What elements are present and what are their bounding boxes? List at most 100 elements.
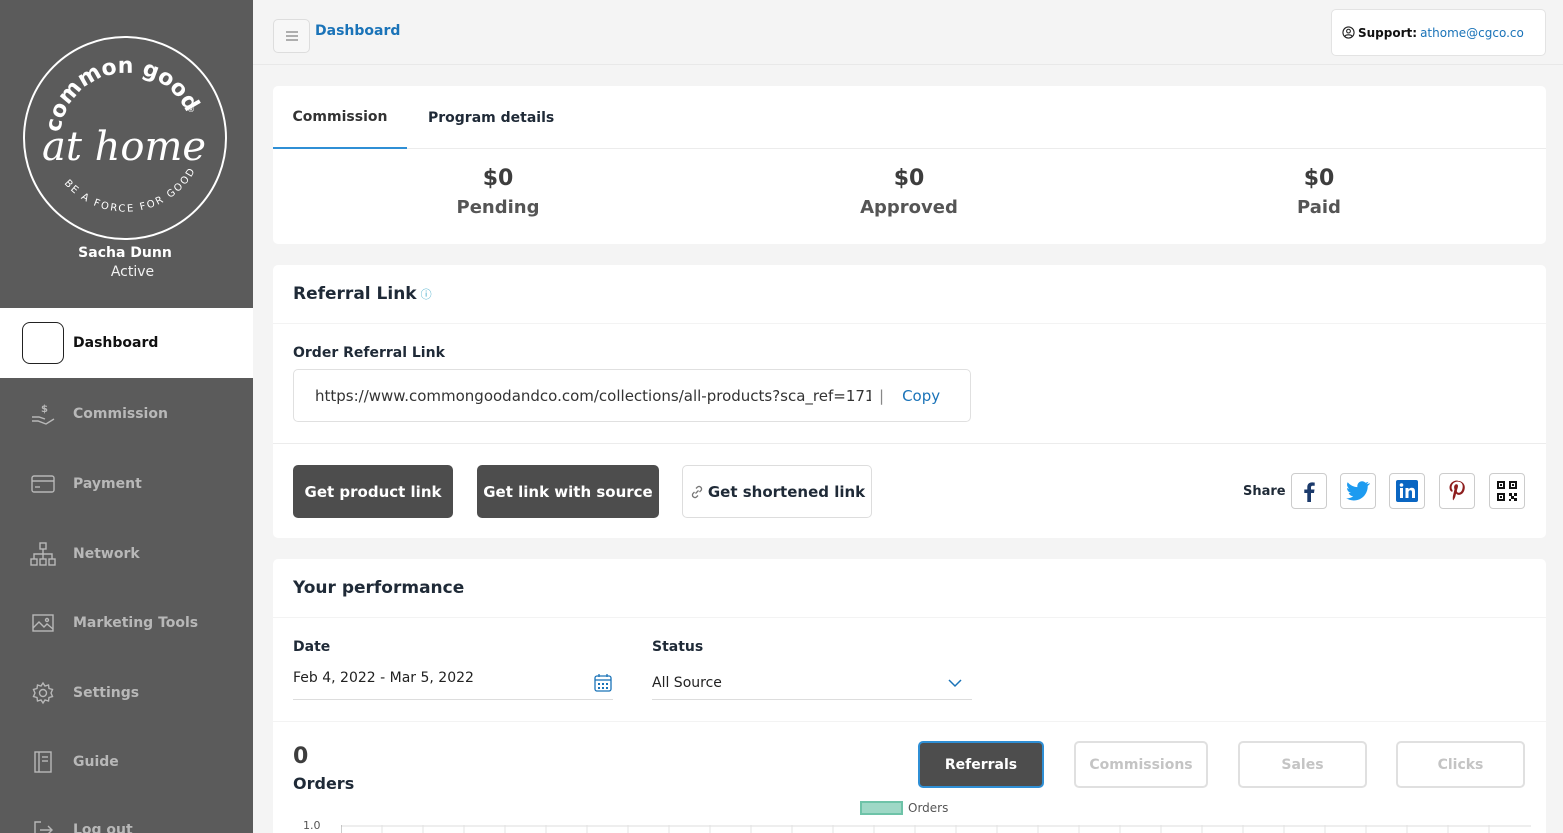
stat-amount: $0 — [1303, 166, 1335, 191]
legend-label: Orders — [908, 801, 949, 815]
link-icon — [691, 485, 702, 498]
svg-text:®: ® — [187, 105, 195, 114]
gear-icon — [29, 679, 57, 707]
support-email-link[interactable]: athome@cgco.co — [1420, 26, 1524, 40]
sidebar-item-payment[interactable]: Payment — [0, 449, 253, 519]
get-link-with-source-button[interactable]: Get link with source — [477, 465, 659, 518]
stat-amount: $0 — [893, 166, 925, 191]
sidebar-item-label: Commission — [73, 406, 168, 422]
sidebar-item-commission[interactable]: $ Commission — [0, 379, 253, 449]
linkedin-share-button[interactable] — [1389, 473, 1425, 509]
referral-link-heading: Referral Link ⓘ — [273, 265, 1546, 323]
clicks-button[interactable]: Clicks — [1396, 741, 1525, 788]
info-icon[interactable]: ⓘ — [421, 286, 432, 302]
user-circle-icon — [1342, 26, 1355, 39]
status-underline — [652, 699, 972, 700]
chart-legend: Orders — [860, 801, 948, 815]
divider — [273, 443, 1546, 444]
tab-program-details[interactable]: Program details — [428, 86, 554, 149]
date-underline — [293, 699, 613, 700]
top-bar: Dashboard Support: athome@cgco.co — [253, 0, 1563, 65]
stat-label: Pending — [456, 197, 540, 218]
commissions-button[interactable]: Commissions — [1074, 741, 1208, 788]
linkedin-icon — [1396, 480, 1418, 502]
share-label: Share — [1243, 484, 1286, 499]
orders-label: Orders — [293, 774, 355, 793]
sidebar-item-guide[interactable]: Guide — [0, 727, 253, 797]
hand-dollar-icon: $ — [29, 400, 57, 428]
hamburger-icon — [285, 31, 298, 41]
qr-code-button[interactable] — [1489, 473, 1525, 509]
credit-card-icon — [29, 470, 57, 498]
chevron-down-icon[interactable] — [947, 677, 963, 689]
performance-card: Your performance Date Feb 4, 2022 - Mar … — [273, 559, 1546, 833]
date-range-input[interactable]: Feb 4, 2022 - Mar 5, 2022 — [293, 670, 474, 686]
sidebar: common good at home BE A FORCE FOR GOOD … — [0, 0, 253, 833]
stat-label: Paid — [1297, 197, 1341, 218]
sidebar-item-dashboard[interactable]: Dashboard — [0, 308, 253, 378]
referral-url[interactable]: https://www.commongoodandco.com/collecti… — [315, 387, 871, 405]
referral-title: Referral Link — [293, 284, 417, 304]
profile-name: Sacha Dunn — [78, 245, 172, 261]
twitter-icon — [1346, 481, 1370, 501]
profile-status: Active — [110, 264, 155, 280]
date-label: Date — [293, 639, 331, 655]
sidebar-item-label: Network — [73, 546, 140, 562]
facebook-share-button[interactable] — [1291, 473, 1327, 509]
support-contact: Support: athome@cgco.co — [1331, 9, 1546, 56]
menu-toggle-button[interactable] — [273, 19, 310, 53]
get-product-link-button[interactable]: Get product link — [293, 465, 453, 518]
sidebar-item-label: Payment — [73, 476, 142, 492]
svg-text:$: $ — [41, 404, 48, 415]
twitter-share-button[interactable] — [1340, 473, 1376, 509]
commission-tabs: Commission Program details — [273, 86, 1546, 149]
order-referral-link-label: Order Referral Link — [293, 345, 445, 361]
status-label: Status — [652, 639, 704, 655]
stat-paid: $0 Paid — [1169, 166, 1469, 218]
sidebar-item-settings[interactable]: Settings — [0, 658, 253, 728]
sidebar-item-label: Settings — [73, 685, 140, 701]
separator: | — [879, 386, 885, 405]
tab-commission[interactable]: Commission — [273, 86, 407, 149]
divider — [273, 721, 1546, 722]
sidebar-item-logout[interactable]: Log out — [0, 795, 253, 833]
stat-label: Approved — [860, 197, 958, 218]
get-shortened-link-button[interactable]: Get shortened link — [682, 465, 872, 518]
copy-button[interactable]: Copy — [902, 387, 940, 405]
commission-card: Commission Program details $0 Pending $0… — [273, 86, 1546, 244]
image-icon — [29, 609, 57, 637]
referral-link-field[interactable]: https://www.commongoodandco.com/collecti… — [293, 369, 971, 422]
sidebar-item-label: Dashboard — [73, 335, 159, 351]
calendar-icon[interactable] — [593, 673, 613, 693]
sales-button[interactable]: Sales — [1238, 741, 1367, 788]
network-icon — [29, 540, 57, 568]
pinterest-icon — [1449, 480, 1465, 501]
performance-title: Your performance — [293, 578, 465, 598]
svg-text:at home: at home — [42, 124, 206, 170]
sidebar-item-network[interactable]: Network — [0, 519, 253, 589]
stat-amount: $0 — [482, 166, 514, 191]
svg-text:common good: common good — [41, 54, 203, 134]
sidebar-item-label: Marketing Tools — [73, 615, 199, 631]
chart-grid — [341, 825, 1531, 833]
referrals-button[interactable]: Referrals — [918, 741, 1044, 788]
support-label: Support: — [1358, 25, 1418, 40]
pinterest-share-button[interactable] — [1439, 473, 1475, 509]
status-select[interactable]: All Source — [652, 675, 722, 691]
legend-swatch — [860, 801, 903, 815]
facebook-icon — [1304, 482, 1315, 502]
stat-approved: $0 Approved — [759, 166, 1059, 218]
brand-logo: common good at home BE A FORCE FOR GOOD … — [23, 36, 227, 240]
breadcrumb[interactable]: Dashboard — [315, 23, 400, 39]
svg-text:BE A FORCE FOR GOOD: BE A FORCE FOR GOOD — [62, 165, 199, 215]
sidebar-item-marketing-tools[interactable]: Marketing Tools — [0, 588, 253, 658]
qr-code-icon — [1497, 481, 1517, 501]
logout-icon — [29, 816, 57, 833]
book-icon — [29, 748, 57, 776]
sidebar-item-label: Log out — [73, 822, 133, 833]
divider — [273, 617, 1546, 618]
dashboard-icon — [22, 322, 64, 364]
referral-link-card: Referral Link ⓘ Order Referral Link http… — [273, 265, 1546, 538]
y-axis-tick: 1.0 — [303, 819, 321, 832]
sidebar-item-label: Guide — [73, 754, 119, 770]
